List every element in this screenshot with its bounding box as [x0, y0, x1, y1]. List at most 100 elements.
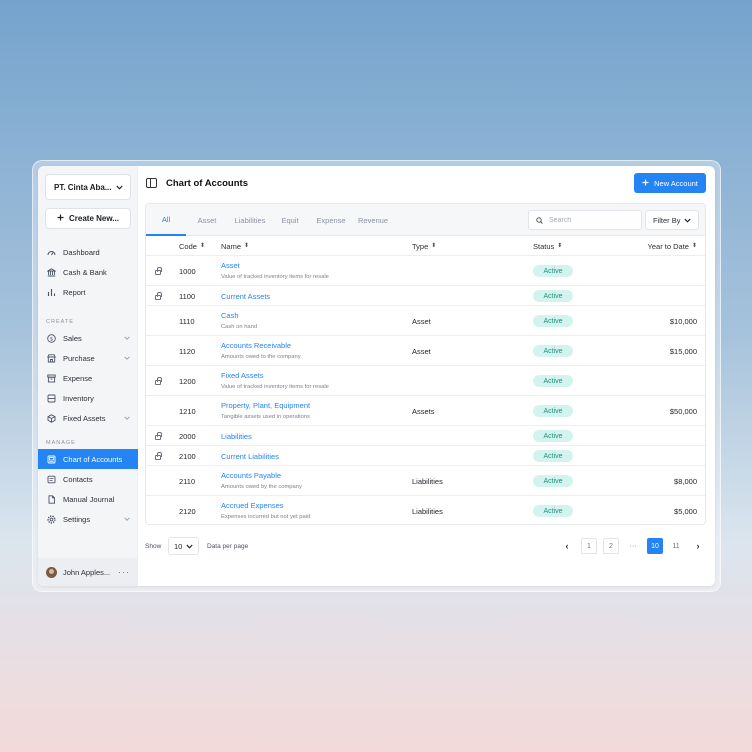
tab-asset[interactable]: Asset	[192, 204, 222, 236]
sidebar-item-report[interactable]: Report	[38, 282, 138, 302]
cell-type: Asset	[412, 316, 431, 326]
table-header: Code ⬍ Name ⬍ Type ⬍ Status ⬍ Year to Date ⬍	[146, 236, 705, 256]
lock-icon	[155, 267, 162, 275]
account-name-link[interactable]: Current Assets	[221, 286, 270, 306]
new-account-label: New Account	[654, 178, 698, 188]
bar-chart-icon	[47, 288, 56, 297]
account-name-link[interactable]: Asset	[221, 261, 329, 270]
account-name-link[interactable]: Accrued Expenses	[221, 501, 310, 510]
tab-liabilities[interactable]: Liabilities	[230, 204, 270, 236]
page-1-button[interactable]: 1	[581, 538, 597, 554]
account-name-link[interactable]: Current Liabilities	[221, 446, 279, 466]
prev-page-icon[interactable]: ‹	[559, 538, 575, 554]
account-name-link[interactable]: Liabilities	[221, 426, 252, 446]
tab-revenue[interactable]: Revenue	[354, 204, 392, 236]
plus-icon	[642, 179, 649, 188]
sidebar-item-settings[interactable]: Settings	[38, 509, 138, 529]
cell-code: 1200	[179, 376, 196, 386]
account-name-link[interactable]: Fixed Assets	[221, 371, 329, 380]
account-name-link[interactable]: Accounts Receivable	[221, 341, 301, 350]
chevron-down-icon	[124, 516, 130, 523]
user-profile[interactable]: John Apples... ···	[38, 558, 138, 586]
lock-icon	[155, 377, 162, 385]
nav-top: Dashboard Cash & Bank Report	[38, 242, 138, 302]
cell-name: Cash Cash on hand	[221, 311, 257, 330]
account-description: Cash on hand	[221, 324, 258, 330]
avatar	[46, 566, 57, 578]
page-11-button[interactable]: 11	[668, 538, 684, 554]
table-row[interactable]: 2110 Accounts Payable Amounts owed by the …	[146, 466, 705, 496]
column-label: Year to Date	[647, 241, 689, 251]
table-row[interactable]: 1120 Accounts Receivable Amounts owed to t…	[146, 336, 705, 366]
table-row[interactable]: 1200 Fixed Assets Value of tracked invento…	[146, 366, 705, 396]
table-row[interactable]: 2100 Current Liabilities Active	[146, 446, 705, 466]
sidebar: PT. Cinta Aba... Create New... Dashboard…	[38, 166, 138, 586]
create-new-button[interactable]: Create New...	[45, 208, 131, 229]
per-page-select[interactable]: 10	[168, 537, 199, 555]
filter-by-dropdown[interactable]: Filter By	[645, 210, 699, 230]
table-row[interactable]: 1000 Asset Value of tracked inventory item…	[146, 256, 705, 286]
plus-icon	[57, 214, 64, 223]
status-badge: Active	[533, 405, 573, 417]
account-name-link[interactable]: Accounts Payable	[221, 471, 302, 480]
sidebar-item-fixed-assets[interactable]: Fixed Assets	[38, 408, 138, 428]
page-10-button[interactable]: 10	[647, 538, 663, 554]
dollar-icon: $	[47, 333, 56, 343]
cell-type: Assets	[412, 406, 435, 416]
new-account-button[interactable]: New Account	[634, 173, 706, 193]
sidebar-item-purchase[interactable]: Purchase	[38, 348, 138, 368]
sidebar-item-label: Purchase	[63, 353, 95, 363]
sidebar-item-chart-of-accounts[interactable]: Chart of Accounts	[38, 449, 138, 469]
sidebar-item-expense[interactable]: Expense	[38, 368, 138, 388]
sidebar-item-label: Report	[63, 287, 86, 297]
account-description: Amounts owed by the company	[221, 484, 302, 490]
ledger-icon	[47, 455, 56, 464]
cell-name: Property, Plant, Equipment Tangible asset…	[221, 401, 310, 420]
tab-bar: All Asset Liabilities Equit Expense Reve…	[146, 204, 705, 236]
accounts-table-card: All Asset Liabilities Equit Expense Reve…	[145, 203, 706, 525]
svg-text:$: $	[50, 336, 54, 342]
page-2-button[interactable]: 2	[603, 538, 619, 554]
tab-expense[interactable]: Expense	[312, 204, 350, 236]
cell-code: 1000	[179, 266, 196, 276]
app-window: PT. Cinta Aba... Create New... Dashboard…	[38, 166, 715, 586]
cell-ytd: $5,000	[674, 506, 697, 516]
sort-icon: ⬍	[691, 243, 697, 249]
sidebar-item-manual-journal[interactable]: Manual Journal	[38, 489, 138, 509]
sidebar-item-inventory[interactable]: Inventory	[38, 388, 138, 408]
cell-type: Asset	[412, 346, 431, 356]
sidebar-item-sales[interactable]: $ Sales	[38, 328, 138, 348]
cell-name: Accounts Receivable Amounts owed to the c…	[221, 341, 301, 360]
search-box[interactable]	[528, 210, 642, 230]
account-name-link[interactable]: Cash	[221, 311, 257, 320]
chevron-down-icon	[186, 542, 193, 551]
sidebar-toggle-icon[interactable]	[146, 178, 157, 188]
column-header-code[interactable]: Code ⬍	[179, 236, 205, 256]
table-row[interactable]: 2000 Liabilities Active	[146, 426, 705, 446]
table-row[interactable]: 1100 Current Assets Active	[146, 286, 705, 306]
tab-all[interactable]: All	[146, 204, 186, 236]
table-row[interactable]: 1210 Property, Plant, Equipment Tangible a…	[146, 396, 705, 426]
column-header-type[interactable]: Type ⬍	[412, 236, 436, 256]
account-name-link[interactable]: Property, Plant, Equipment	[221, 401, 310, 410]
company-selector[interactable]: PT. Cinta Aba...	[45, 174, 131, 200]
account-description: Value of tracked inventory items for res…	[221, 384, 329, 390]
more-icon[interactable]: ···	[118, 567, 130, 577]
sidebar-item-contacts[interactable]: Contacts	[38, 469, 138, 489]
sidebar-item-dashboard[interactable]: Dashboard	[38, 242, 138, 262]
column-header-ytd[interactable]: Year to Date ⬍	[648, 236, 697, 256]
sidebar-item-cash-bank[interactable]: Cash & Bank	[38, 262, 138, 282]
sidebar-item-label: Sales	[63, 333, 82, 343]
table-row[interactable]: 1110 Cash Cash on hand Asset Active $10,000	[146, 306, 705, 336]
sidebar-item-label: Dashboard	[63, 247, 100, 257]
next-page-icon[interactable]: ›	[690, 538, 706, 554]
column-header-name[interactable]: Name ⬍	[221, 236, 249, 256]
user-name: John Apples...	[63, 567, 111, 577]
lock-icon	[155, 452, 162, 460]
table-row[interactable]: 2120 Accrued Expenses Expenses incurred bu…	[146, 496, 705, 524]
search-input[interactable]	[549, 216, 629, 224]
status-badge: Active	[533, 375, 573, 387]
column-header-status[interactable]: Status ⬍	[533, 236, 562, 256]
nav-manage: MANAGE Chart of Accounts Contacts Manual J…	[38, 437, 138, 529]
tab-equity[interactable]: Equit	[276, 204, 304, 236]
